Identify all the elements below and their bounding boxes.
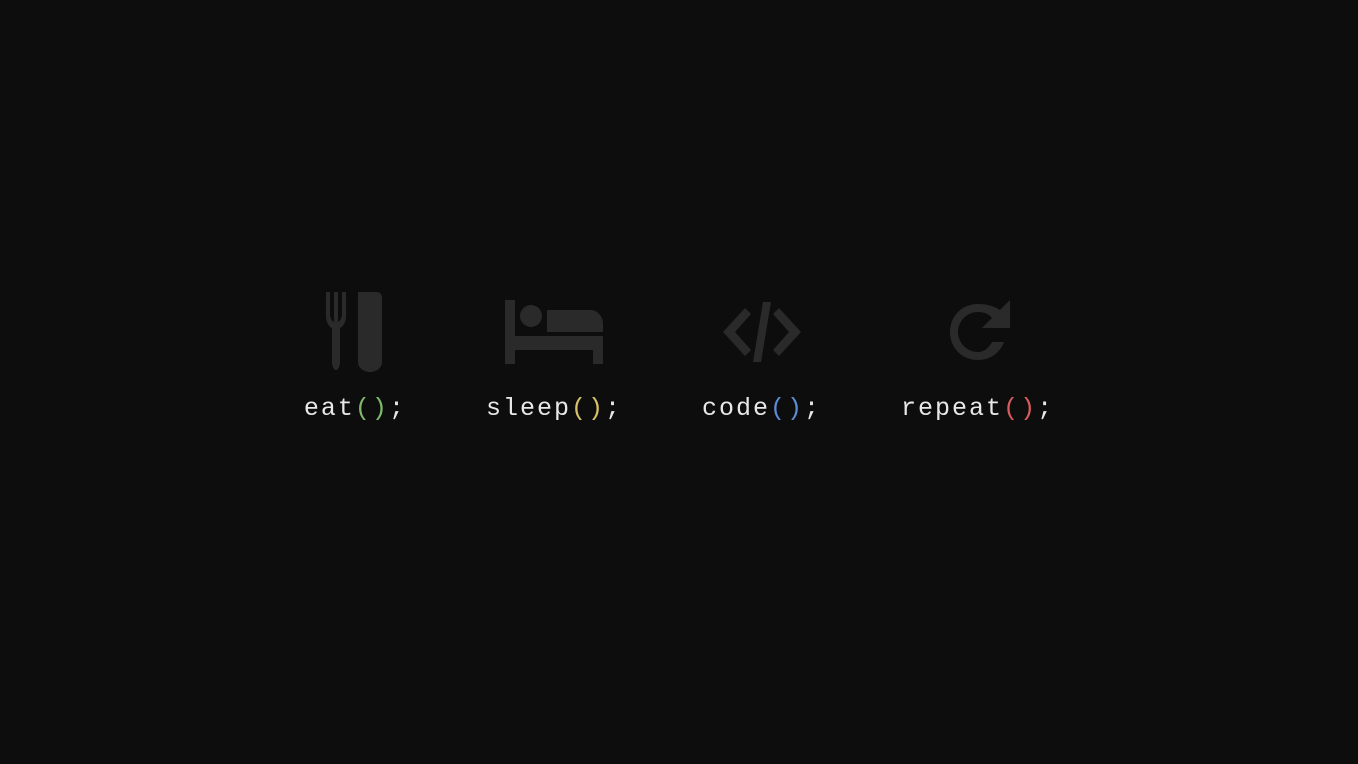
label-repeat: repeat(); bbox=[901, 394, 1054, 423]
semicolon-sleep: ; bbox=[605, 394, 622, 423]
fn-name-code: code bbox=[702, 394, 770, 423]
item-repeat: repeat(); bbox=[901, 292, 1054, 423]
fn-name-eat: eat bbox=[304, 394, 355, 423]
fn-name-sleep: sleep bbox=[486, 394, 571, 423]
code-icon bbox=[717, 292, 807, 372]
label-sleep: sleep(); bbox=[486, 394, 622, 423]
item-code: code(); bbox=[702, 292, 821, 423]
parens-eat: () bbox=[355, 394, 389, 423]
repeat-icon bbox=[942, 292, 1014, 372]
item-sleep: sleep(); bbox=[486, 292, 622, 423]
semicolon-code: ; bbox=[804, 394, 821, 423]
semicolon-repeat: ; bbox=[1037, 394, 1054, 423]
item-eat: eat(); bbox=[304, 292, 406, 423]
label-eat: eat(); bbox=[304, 394, 406, 423]
main-container: eat(); sleep(); bbox=[304, 292, 1054, 423]
label-code: code(); bbox=[702, 394, 821, 423]
parens-code: () bbox=[770, 394, 804, 423]
semicolon-eat: ; bbox=[389, 394, 406, 423]
fn-name-repeat: repeat bbox=[901, 394, 1003, 423]
parens-repeat: () bbox=[1003, 394, 1037, 423]
sleep-icon bbox=[505, 292, 603, 372]
parens-sleep: () bbox=[571, 394, 605, 423]
eat-icon bbox=[324, 292, 386, 372]
